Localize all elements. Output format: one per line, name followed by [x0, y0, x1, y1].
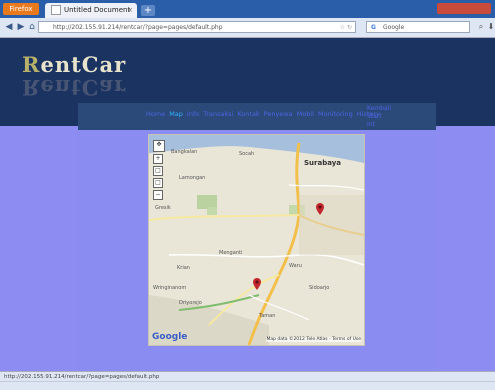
map-place-label: Bangkalan	[171, 149, 198, 155]
window-controls[interactable]	[437, 3, 491, 14]
search-bar[interactable]: G Google	[366, 21, 470, 33]
map-place-label: Sidoarjo	[309, 285, 330, 291]
bookmark-star-icon[interactable]: ☆ ↻	[340, 22, 352, 34]
map-attribution[interactable]: Map data ©2012 Tele Atlas - Terms of Use	[266, 337, 361, 342]
forward-arrow-icon[interactable]: ▶	[16, 22, 26, 32]
browser-tab[interactable]: Untitled Document ×	[45, 3, 137, 18]
site-header: RentCar RentCar Home Map Info Transaksi Kont…	[0, 38, 495, 130]
browser-titlebar: Firefox Untitled Document × +	[0, 0, 495, 18]
map-place-label: Taman	[259, 313, 276, 319]
zoom-in-button[interactable]: +	[153, 154, 163, 164]
close-tab-icon[interactable]: ×	[127, 3, 133, 18]
nav-item-mobil[interactable]: Mobil	[297, 110, 314, 118]
google-icon: G	[371, 24, 376, 31]
zoom-level-button[interactable]: □	[153, 178, 163, 188]
zoom-out-button[interactable]: −	[153, 190, 163, 200]
nav-item-transaksi[interactable]: Transaksi	[203, 110, 233, 118]
map-place-label: Driyorejo	[179, 300, 202, 306]
google-map[interactable]: ✥ + □ □ − Surabaya Bangkalan Socah Lamon…	[148, 134, 365, 346]
browser-toolbar: ◀ ▶ ⌂ http://202.155.91.214/rentcar/?pag…	[0, 18, 495, 38]
url-text: http://202.155.91.214/rentcar/?page=page…	[53, 24, 223, 31]
nav-item-info[interactable]: Info	[187, 110, 199, 118]
new-tab-button[interactable]: +	[141, 5, 155, 16]
map-zoom-control: ✥ + □ □ −	[153, 140, 165, 200]
status-url: http://202.155.91.214/rentcar/?page=page…	[4, 374, 160, 380]
map-place-label: Lamongan	[179, 175, 206, 181]
map-pan-control[interactable]: ✥	[153, 140, 165, 152]
nav-item-home[interactable]: Home	[146, 110, 165, 118]
map-place-label: Socah	[239, 151, 255, 157]
firefox-menu-button[interactable]: Firefox	[3, 3, 39, 15]
back-arrow-icon[interactable]: ◀	[4, 22, 14, 32]
nav-item-map[interactable]: Map	[169, 110, 183, 118]
nav-item-monitoring[interactable]: Monitoring	[318, 110, 353, 118]
map-place-label: Menganti	[219, 250, 243, 256]
main-navbar: Home Map Info Transaksi Kontak Penyewa Mobil Mo…	[78, 103, 436, 130]
browser-statusbar: http://202.155.91.214/rentcar/?page=page…	[0, 371, 495, 390]
map-place-label: Krian	[177, 265, 190, 271]
status-divider	[0, 381, 495, 382]
search-placeholder: Google	[383, 24, 405, 31]
url-bar[interactable]: http://202.155.91.214/rentcar/?page=page…	[38, 21, 356, 33]
page-content: RentCar RentCar Home Map Info Transaksi Kont…	[0, 38, 495, 371]
tab-title: Untitled Document	[64, 6, 131, 14]
nav-kembali-link[interactable]: Kembali Start Int	[367, 105, 391, 129]
downloads-icon[interactable]: ⬇	[486, 22, 495, 32]
page-icon	[51, 5, 61, 15]
main-panel: ✥ + □ □ − Surabaya Bangkalan Socah Lamon…	[78, 130, 436, 371]
site-logo[interactable]: RentCar	[22, 52, 126, 77]
map-place-label: Waru	[289, 263, 302, 269]
nav-item-penyewa[interactable]: Penyewa	[264, 110, 293, 118]
map-pin-icon[interactable]	[253, 278, 261, 290]
home-icon[interactable]: ⌂	[27, 22, 37, 32]
map-place-label: Wringinanom	[153, 285, 187, 291]
nav-item-kontak[interactable]: Kontak	[237, 110, 259, 118]
map-place-label: Gresik	[155, 205, 171, 211]
google-logo[interactable]: Google	[152, 332, 187, 342]
map-pin-icon[interactable]	[316, 203, 324, 215]
zoom-level-button[interactable]: □	[153, 166, 163, 176]
site-logo-reflection: RentCar	[22, 75, 127, 100]
map-city-label: Surabaya	[304, 159, 342, 167]
search-icon[interactable]: ⌕	[476, 22, 486, 32]
